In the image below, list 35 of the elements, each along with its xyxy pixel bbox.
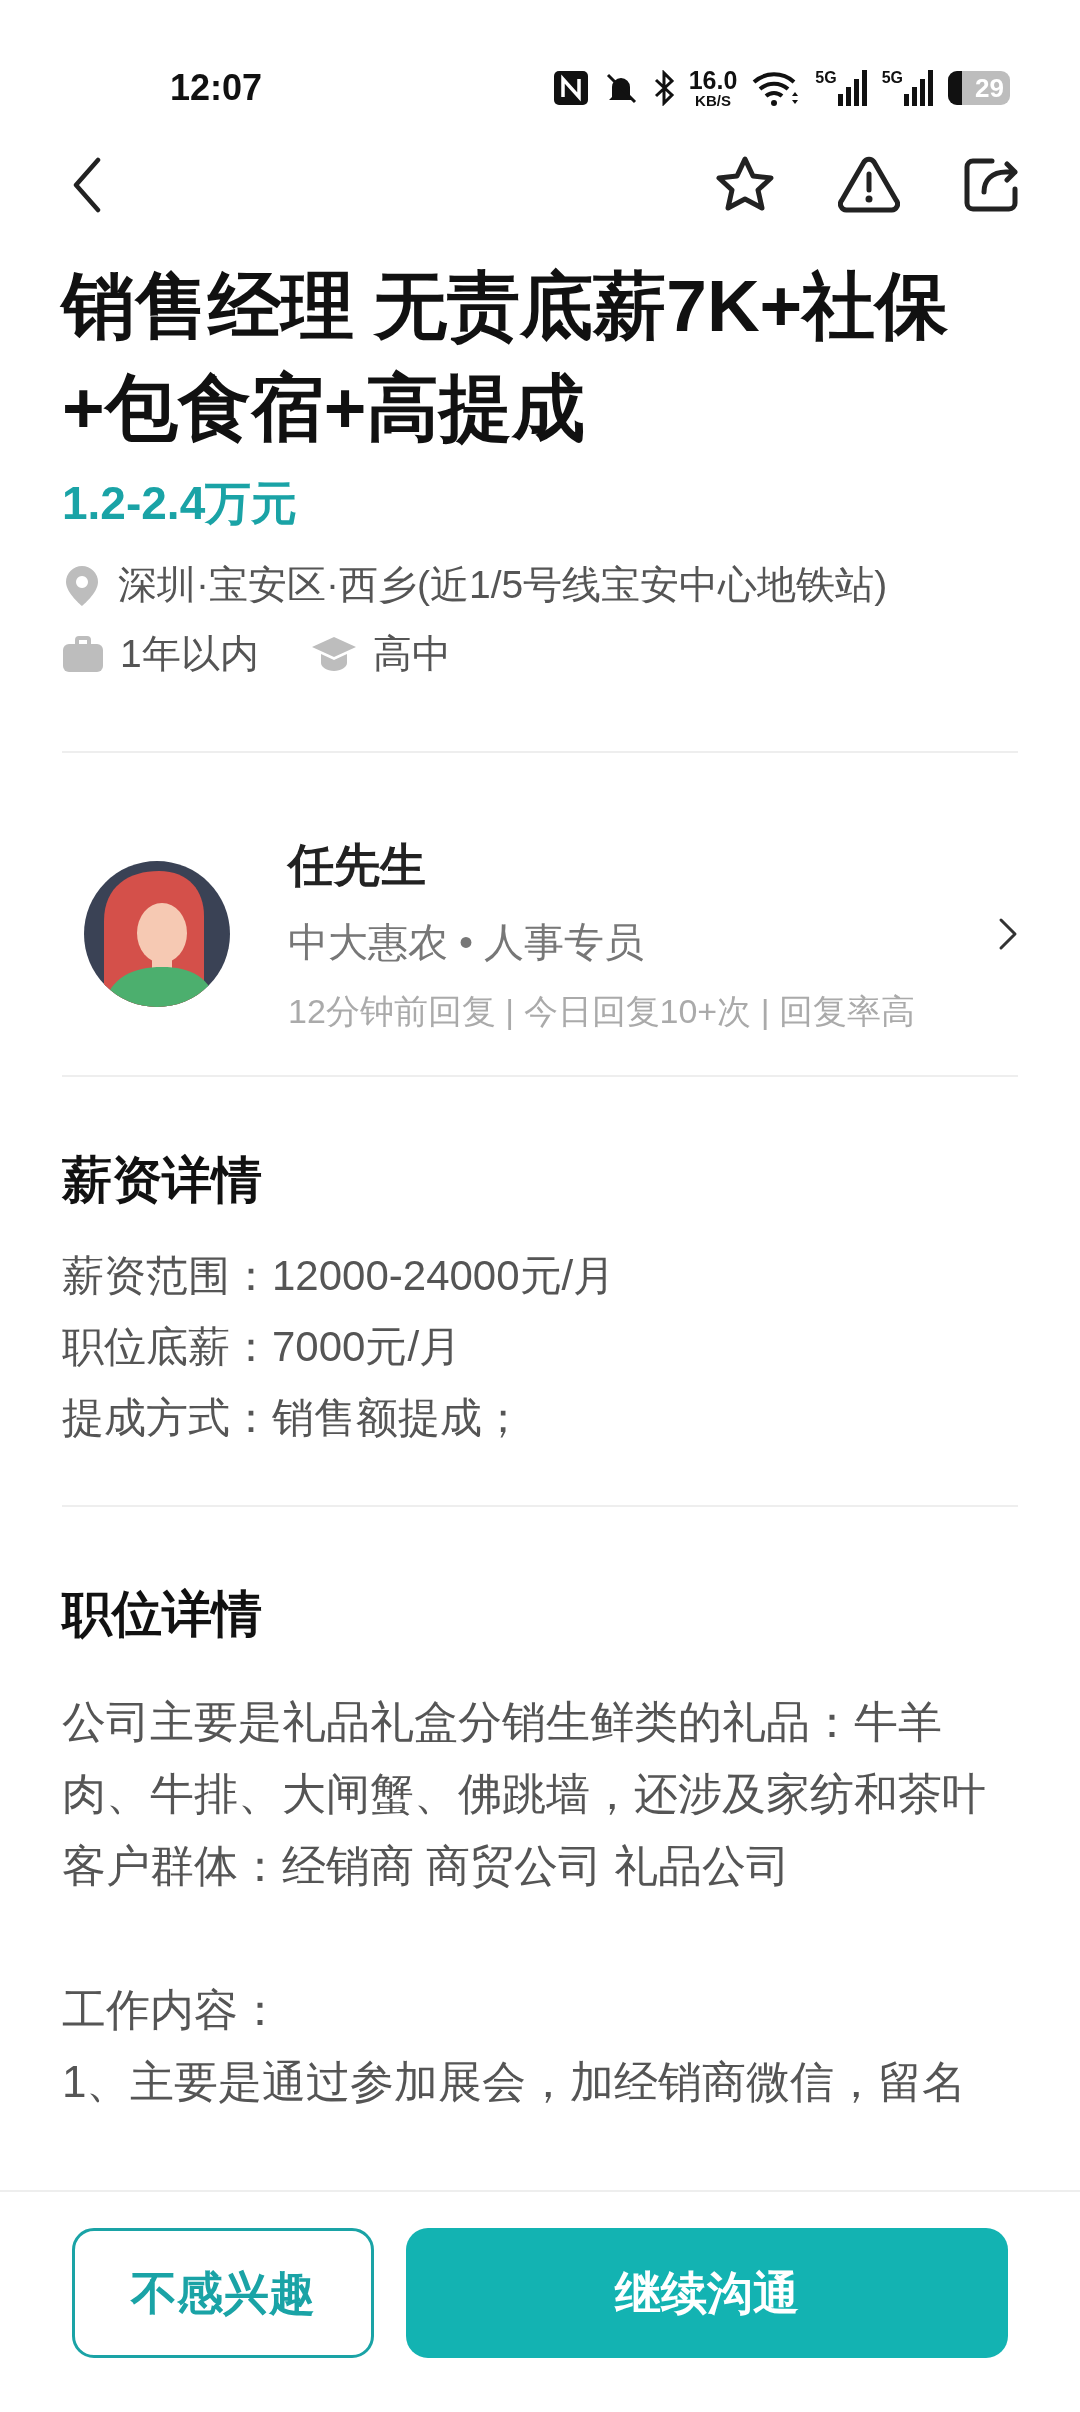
back-icon[interactable]: [72, 157, 102, 213]
job-description-line: 客户群体：经销商 商贸公司 礼品公司: [62, 1840, 792, 1893]
section-heading: 薪资详情: [62, 1151, 263, 1211]
company-and-role: 中大惠农 • 人事专员: [288, 919, 646, 967]
job-description-line: 1、主要是通过参加展会，加经销商微信，留名: [62, 2056, 968, 2109]
briefcase-icon: [62, 634, 104, 675]
job-description-line: 肉、牛排、大闸蟹、佛跳墙，还涉及家纺和茶叶: [62, 1768, 987, 1821]
not-interested-button[interactable]: 不感兴趣: [72, 2228, 374, 2358]
education-requirement: 高中: [372, 630, 451, 677]
salary-detail-line: 薪资范围：12000-24000元/月: [62, 1251, 617, 1302]
clock-time: 12:07: [170, 65, 263, 110]
network-type: 5G: [815, 69, 837, 86]
job-description-line: 公司主要是礼品礼盒分销生鲜类的礼品：牛羊: [62, 1696, 943, 1749]
network-type: 5G: [881, 69, 903, 86]
job-location: 深圳·宝安区·西乡(近1/5号线宝安中心地铁站): [118, 562, 888, 609]
recruiter-name: 任先生: [288, 838, 427, 894]
bluetooth-icon: [652, 69, 675, 106]
warning-icon[interactable]: [838, 156, 900, 214]
section-heading: 职位详情: [62, 1585, 263, 1645]
job-description-line: 工作内容：: [62, 1984, 283, 2037]
share-icon[interactable]: [962, 156, 1020, 214]
experience-requirement: 1年以内: [120, 630, 259, 677]
job-title: 销售经理 无责底薪7K+社保+包食宿+高提成: [62, 264, 950, 451]
salary-detail-line: 职位底薪：7000元/月: [62, 1322, 463, 1373]
salary-range: 1.2-2.4万元: [62, 476, 299, 532]
reply-activity: 12分钟前回复 | 今日回复10+次 | 回复率高: [288, 991, 916, 1033]
continue-chat-button[interactable]: 继续沟通: [406, 2228, 1008, 2358]
signal-icon: [904, 69, 934, 106]
salary-detail-line: 提成方式：销售额提成；: [62, 1393, 525, 1444]
nfc-icon: [552, 69, 589, 106]
speed-unit: KB/S: [695, 92, 731, 108]
network-speed: 16.0: [688, 67, 738, 93]
battery-indicator: 29: [948, 70, 1010, 105]
signal-icon: [837, 69, 868, 106]
chevron-right-icon[interactable]: [998, 917, 1018, 952]
